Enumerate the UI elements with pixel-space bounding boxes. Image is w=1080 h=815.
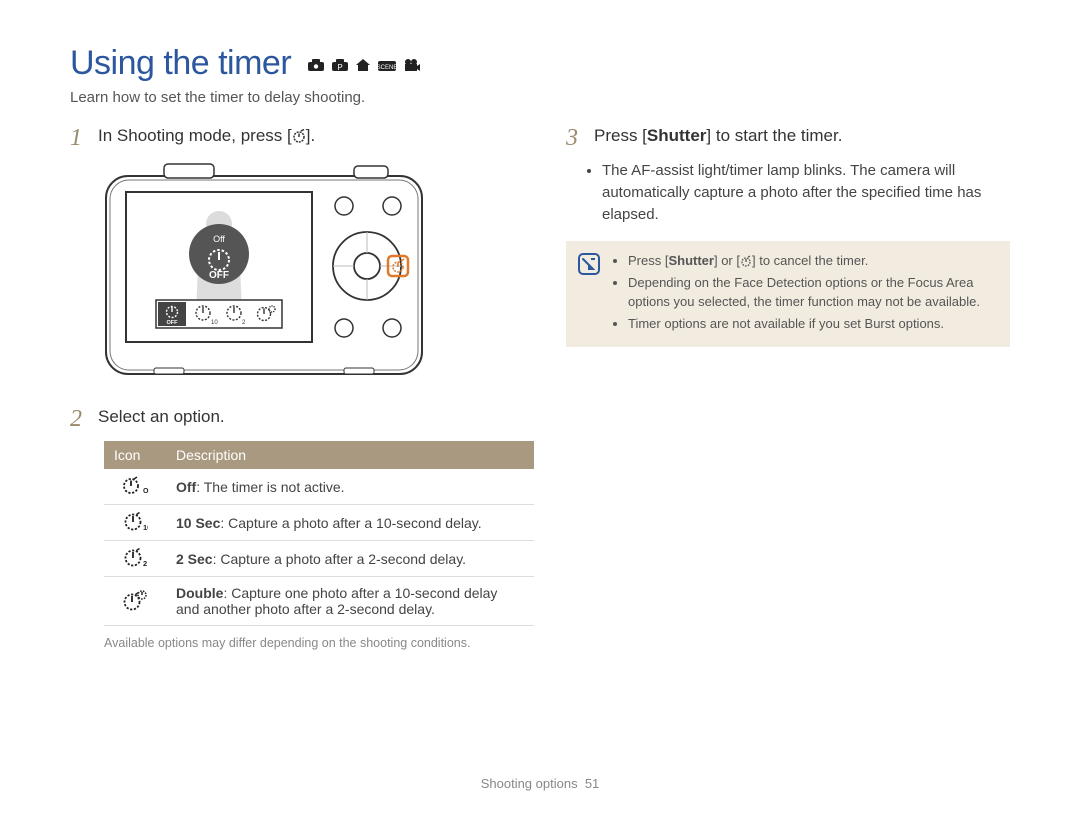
note-item-3: Timer options are not available if you s…	[628, 314, 996, 334]
page-title: Using the timer	[70, 44, 291, 83]
timer-right-icon	[292, 126, 306, 145]
title-line: Using the timer P SCENE	[70, 44, 1010, 83]
program-icon: P	[331, 58, 349, 72]
table-footnote: Available options may differ depending o…	[104, 636, 520, 650]
options-table: Icon Description OFF Off: The timer is n…	[104, 441, 534, 626]
house-icon	[355, 58, 371, 72]
page-subtitle: Learn how to set the timer to delay shoo…	[70, 89, 1010, 106]
timer-icon	[740, 253, 752, 268]
smart-icon	[307, 58, 325, 72]
step-3: 3 Press [Shutter] to start the timer.	[566, 124, 1010, 150]
table-row: Double: Capture one photo after a 10-sec…	[104, 577, 534, 626]
right-column: 3 Press [Shutter] to start the timer. Th…	[566, 124, 1010, 650]
step-3-suffix: ] to start the timer.	[706, 126, 842, 145]
footer-section: Shooting options	[481, 776, 578, 791]
svg-text:OFF: OFF	[143, 488, 149, 495]
movie-icon	[403, 58, 421, 72]
step-2-number: 2	[70, 405, 88, 431]
step-3-number: 3	[566, 124, 584, 150]
svg-text:OFF: OFF	[167, 320, 179, 326]
camera-off-small: Off	[213, 234, 225, 244]
left-column: 1 In Shooting mode, press [].	[70, 124, 520, 650]
step-1-number: 1	[70, 124, 88, 150]
table-cell-desc: Double: Capture one photo after a 10-sec…	[166, 577, 534, 626]
note-list: Press [Shutter] or [] to cancel the time…	[612, 251, 996, 335]
step-3-sub-item: The AF-assist light/timer lamp blinks. T…	[602, 160, 1010, 225]
page: Using the timer P SCENE Learn how to set…	[0, 0, 1080, 815]
svg-text:10: 10	[143, 523, 148, 531]
timer-off-icon: OFF	[104, 469, 166, 505]
note-box: Press [Shutter] or [] to cancel the time…	[566, 241, 1010, 347]
note-icon	[578, 251, 602, 335]
svg-text:P: P	[337, 63, 342, 72]
columns: 1 In Shooting mode, press [].	[70, 124, 1010, 650]
table-cell-desc: 10 Sec: Capture a photo after a 10-secon…	[166, 505, 534, 541]
step-3-bold: Shutter	[647, 126, 707, 145]
svg-text:10: 10	[211, 320, 218, 326]
timer-double-icon	[104, 577, 166, 626]
scene-icon: SCENE	[377, 58, 397, 72]
step-2-text: Select an option.	[98, 405, 225, 429]
table-header-icon: Icon	[104, 441, 166, 469]
step-3-prefix: Press [	[594, 126, 647, 145]
svg-text:2: 2	[143, 559, 147, 567]
step-3-text: Press [Shutter] to start the timer.	[594, 124, 842, 148]
step-1: 1 In Shooting mode, press [].	[70, 124, 520, 150]
camera-illustration: Off OFF OFF 10	[104, 162, 520, 381]
note-item-1: Press [Shutter] or [] to cancel the time…	[628, 251, 996, 271]
table-cell-desc: 2 Sec: Capture a photo after a 2-second …	[166, 541, 534, 577]
camera-off-big: OFF	[209, 270, 229, 281]
timer-2-icon: 2	[104, 541, 166, 577]
footer-page: 51	[585, 776, 599, 791]
step-3-sub: The AF-assist light/timer lamp blinks. T…	[584, 160, 1010, 225]
step-2: 2 Select an option.	[70, 405, 520, 431]
page-footer: Shooting options 51	[0, 776, 1080, 791]
table-row: OFF Off: The timer is not active.	[104, 469, 534, 505]
timer-10-icon: 10	[104, 505, 166, 541]
step-1-text: In Shooting mode, press [].	[98, 124, 315, 148]
table-row: 2 2 Sec: Capture a photo after a 2-secon…	[104, 541, 534, 577]
svg-text:SCENE: SCENE	[377, 65, 397, 71]
step-1-suffix: ].	[306, 126, 315, 145]
mode-icons-group: P SCENE	[307, 58, 421, 72]
table-row: 10 10 Sec: Capture a photo after a 10-se…	[104, 505, 534, 541]
table-cell-desc: Off: The timer is not active.	[166, 469, 534, 505]
step-1-prefix: In Shooting mode, press [	[98, 126, 292, 145]
table-header-desc: Description	[166, 441, 534, 469]
note-item-2: Depending on the Face Detection options …	[628, 273, 996, 312]
